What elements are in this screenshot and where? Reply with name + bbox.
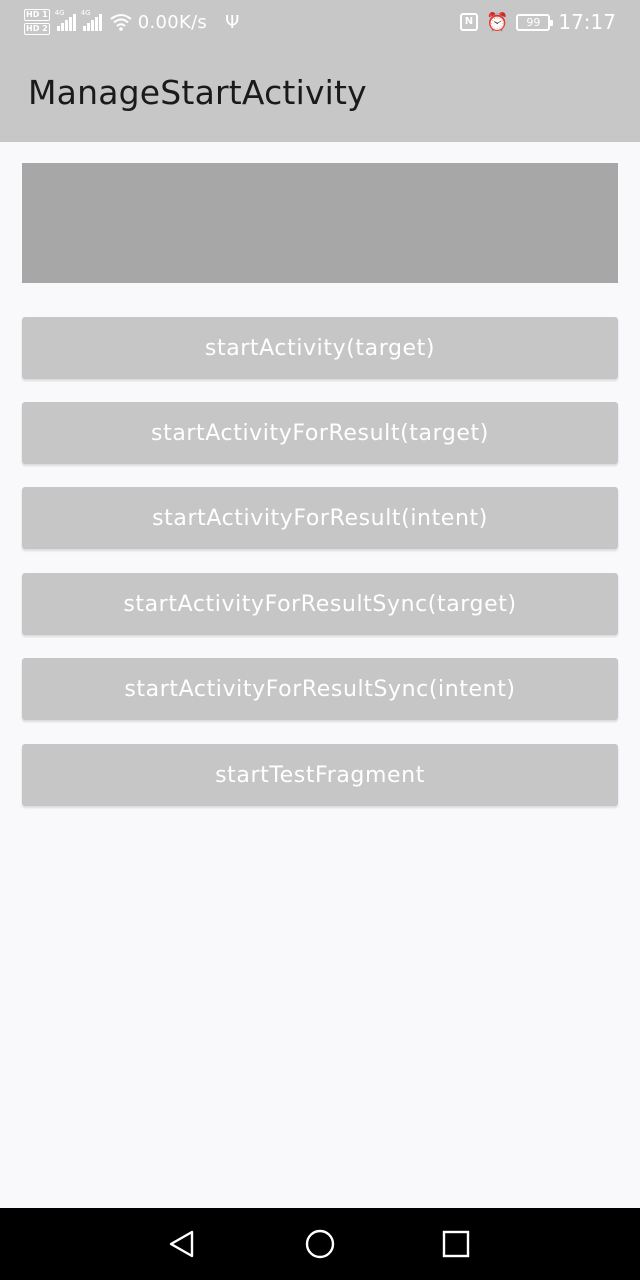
hd-badges: HD 1 HD 2	[24, 9, 50, 35]
status-bar-right: N ⏰ 99 17:17	[459, 6, 616, 38]
start-activity-target-button[interactable]: startActivity(target)	[22, 317, 618, 379]
signal-1-icon: 4G	[55, 9, 76, 31]
start-activity-for-result-intent-button[interactable]: startActivityForResult(intent)	[22, 487, 618, 549]
signal-2-tag: 4G	[80, 9, 91, 17]
alarm-icon: ⏰	[485, 11, 509, 33]
start-activity-for-result-sync-intent-button[interactable]: startActivityForResultSync(intent)	[22, 658, 618, 720]
battery-icon: 99	[516, 13, 554, 31]
usb-icon: Ψ	[225, 11, 240, 33]
app-screen: HD 1 HD 2 4G 4G 0.00K/s Ψ N ⏰ 99 17:17 M…	[0, 0, 640, 1280]
start-activity-for-result-target-button[interactable]: startActivityForResult(target)	[22, 402, 618, 464]
recents-square-icon[interactable]	[440, 1228, 472, 1260]
signal-1-tag: 4G	[54, 9, 65, 17]
content-placeholder-block	[22, 163, 618, 283]
start-test-fragment-button[interactable]: startTestFragment	[22, 744, 618, 806]
status-time: 17:17	[558, 10, 616, 34]
hd-badge-2: HD 2	[24, 23, 50, 35]
signal-2-icon: 4G	[81, 9, 102, 31]
navigation-bar	[0, 1208, 640, 1280]
status-bar: HD 1 HD 2 4G 4G 0.00K/s Ψ N ⏰ 99 17:17	[0, 0, 640, 44]
network-speed: 0.00K/s	[137, 11, 208, 33]
home-circle-icon[interactable]	[304, 1228, 336, 1260]
wifi-icon	[110, 14, 132, 31]
nfc-icon: N	[459, 13, 478, 31]
start-activity-for-result-sync-target-button[interactable]: startActivityForResultSync(target)	[22, 573, 618, 635]
page-title: ManageStartActivity	[28, 73, 367, 112]
hd-badge-1: HD 1	[24, 9, 50, 21]
app-bar: ManageStartActivity	[0, 44, 640, 142]
back-triangle-icon[interactable]	[166, 1228, 198, 1260]
status-bar-left: HD 1 HD 2 4G 4G 0.00K/s Ψ	[24, 6, 239, 38]
